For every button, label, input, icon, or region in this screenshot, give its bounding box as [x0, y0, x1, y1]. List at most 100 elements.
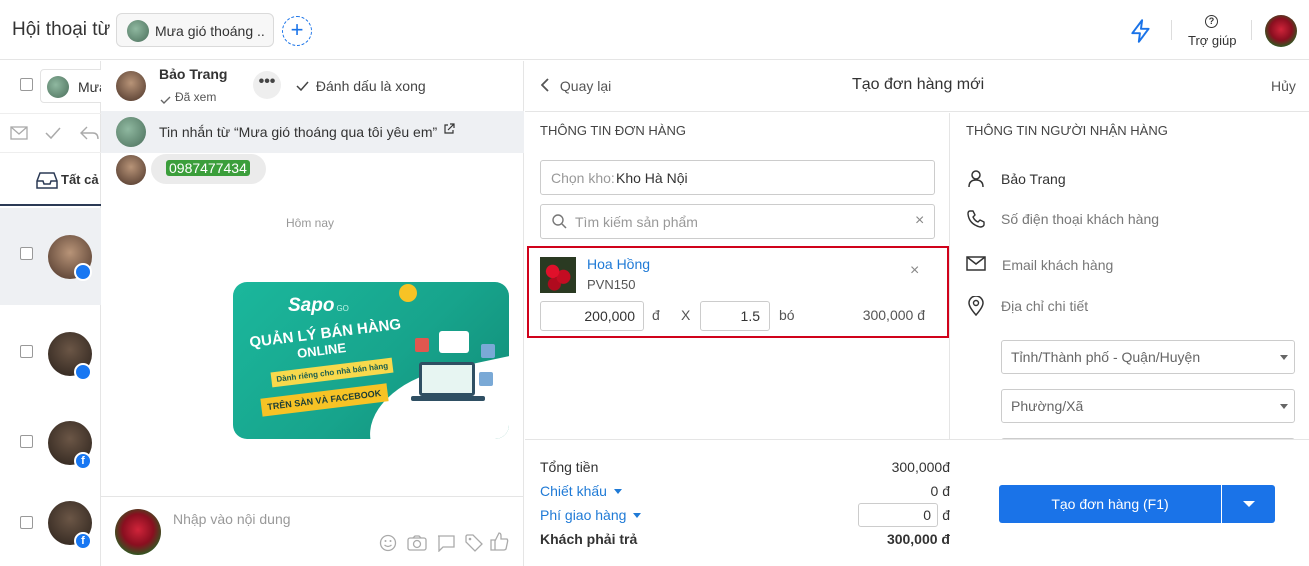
recipient-email-field[interactable]: Email khách hàng — [1002, 257, 1113, 273]
caret-down-icon — [613, 489, 622, 494]
help-button[interactable]: ? Trợ giúp — [1184, 12, 1240, 50]
quick-reply-icon[interactable] — [437, 535, 455, 555]
chat-contact-name: Bảo Trang — [159, 66, 228, 82]
user-avatar[interactable] — [1265, 15, 1297, 47]
list-item[interactable]: f — [0, 397, 101, 477]
banner-image[interactable]: Sapo GO QUẢN LÝ BÁN HÀNG ONLINE Dành riên… — [233, 282, 509, 439]
phone-number[interactable]: 0987477434 — [166, 160, 250, 176]
inbox-tab[interactable]: Tất cả — [0, 154, 101, 206]
reply-icon[interactable] — [79, 125, 99, 144]
inbox-icon — [36, 172, 58, 192]
total-value: 300,000đ — [891, 459, 950, 475]
source-page-avatar — [116, 117, 146, 147]
recipient-address-field[interactable]: Địa chỉ chi tiết — [1001, 298, 1088, 314]
seen-status: Đã xem — [175, 90, 217, 104]
divider — [1251, 20, 1252, 40]
more-options-button[interactable]: ••• — [253, 71, 281, 99]
emoji-icon[interactable] — [379, 534, 397, 555]
ward-select[interactable]: Phường/Xã — [1001, 389, 1295, 423]
line-item-highlight: Hoa Hồng PVN150 × 200,000 đ X 1.5 bó 300… — [527, 246, 949, 338]
composer: Nhập vào nội dung — [101, 496, 524, 566]
mark-done-button[interactable]: Đánh dấu là xong — [296, 77, 426, 97]
product-search-input[interactable]: Tìm kiếm sản phẩm × — [540, 204, 935, 239]
check-icon[interactable] — [45, 126, 61, 143]
facebook-icon: f — [74, 452, 92, 470]
banner-tagline: Dành riêng cho nhà bán hàng — [270, 357, 394, 388]
banner-sun — [399, 284, 417, 302]
unit-price-value: 200,000 — [584, 308, 635, 324]
external-link-icon[interactable] — [443, 122, 455, 138]
create-order-dropdown-button[interactable] — [1222, 485, 1275, 523]
unit-price-input[interactable]: 200,000 — [540, 301, 644, 331]
price-currency: đ — [652, 307, 660, 323]
caret-down-icon — [633, 513, 642, 518]
list-item-checkbox[interactable] — [20, 345, 33, 358]
order-info-section: THÔNG TIN ĐƠN HÀNG Chọn kho: Kho Hà Nội … — [525, 113, 950, 439]
recipient-name[interactable]: Bảo Trang — [1001, 171, 1066, 187]
shipping-fee-value: 0 — [923, 507, 931, 523]
list-item[interactable]: f — [0, 477, 101, 566]
chat-contact-avatar — [116, 71, 146, 101]
quantity-unit: bó — [779, 307, 795, 323]
quantity-input[interactable]: 1.5 — [700, 301, 770, 331]
page-tab[interactable]: Mưa — [40, 69, 110, 103]
page-chip[interactable]: Mưa gió thoáng .. — [116, 13, 274, 47]
page-avatar — [127, 20, 149, 42]
list-item[interactable] — [0, 208, 101, 305]
shipping-fee-input[interactable]: 0 — [858, 503, 938, 527]
messenger-icon — [74, 363, 92, 381]
product-name[interactable]: Hoa Hồng — [587, 256, 650, 272]
discount-link[interactable]: Chiết khấu — [540, 483, 622, 499]
banner-chat-card — [439, 331, 469, 353]
remove-line-icon[interactable]: × — [910, 262, 919, 280]
order-summary: Tổng tiền 300,000đ Chiết khấu 0 đ Phí gi… — [525, 439, 1309, 566]
toolbar-row — [0, 113, 101, 153]
mail-icon[interactable] — [10, 126, 28, 143]
warehouse-value: Kho Hà Nội — [616, 170, 688, 186]
cancel-button[interactable]: Hủy — [1271, 78, 1296, 94]
search-icon — [552, 214, 567, 232]
list-item-checkbox[interactable] — [20, 247, 33, 260]
banner-brand-suffix: GO — [336, 304, 349, 313]
phone-icon — [967, 210, 985, 231]
banner-tile — [481, 344, 495, 358]
chevron-left-icon — [540, 78, 550, 95]
list-item[interactable] — [0, 305, 101, 397]
recipient-section: THÔNG TIN NGƯỜI NHẬN HÀNG Bảo Trang Số đ… — [951, 113, 1309, 439]
clear-icon[interactable]: × — [915, 212, 924, 230]
discount-value: 0 đ — [930, 483, 950, 499]
banner-cta: TRÊN SÀN VÀ FACEBOOK — [260, 383, 389, 417]
total-label: Tổng tiền — [540, 459, 599, 475]
tag-icon[interactable] — [465, 534, 483, 555]
recipient-phone-field[interactable]: Số điện thoại khách hàng — [1001, 211, 1159, 227]
warehouse-select[interactable]: Chọn kho: Kho Hà Nội — [540, 160, 935, 195]
chevron-down-icon — [1280, 404, 1288, 409]
message-input[interactable]: Nhập vào nội dung — [173, 511, 473, 531]
times-sign: X — [681, 307, 691, 323]
shipping-currency: đ — [942, 507, 950, 523]
order-title: Tạo đơn hàng mới — [852, 76, 985, 93]
mark-done-label: Đánh dấu là xong — [315, 78, 426, 95]
banner-laptop-base — [411, 396, 485, 401]
add-page-button[interactable]: + — [282, 16, 312, 46]
list-item-checkbox[interactable] — [20, 435, 33, 448]
chevron-down-icon — [1243, 501, 1255, 507]
composer-avatar — [115, 509, 161, 555]
like-icon[interactable] — [490, 532, 509, 554]
shipping-fee-link[interactable]: Phí giao hàng — [540, 507, 642, 523]
lightning-icon[interactable] — [1128, 18, 1154, 44]
page-title: Hội thoại từ — [12, 19, 111, 40]
product-sku: PVN150 — [587, 277, 636, 292]
check-icon — [296, 78, 309, 94]
banner-brand-name: Sapo — [288, 295, 335, 316]
question-icon: ? — [1205, 15, 1218, 28]
help-label: Trợ giúp — [1188, 33, 1237, 48]
select-all-checkbox[interactable] — [20, 78, 33, 91]
back-button[interactable]: Quay lại — [540, 77, 611, 95]
list-item-checkbox[interactable] — [20, 516, 33, 529]
create-order-button[interactable]: Tạo đơn hàng (F1) — [999, 485, 1221, 523]
province-select[interactable]: Tỉnh/Thành phố - Quận/Huyện — [1001, 340, 1295, 374]
phone-message-bubble: 0987477434 — [151, 154, 266, 184]
camera-icon[interactable] — [407, 535, 427, 554]
chevron-down-icon — [1280, 355, 1288, 360]
